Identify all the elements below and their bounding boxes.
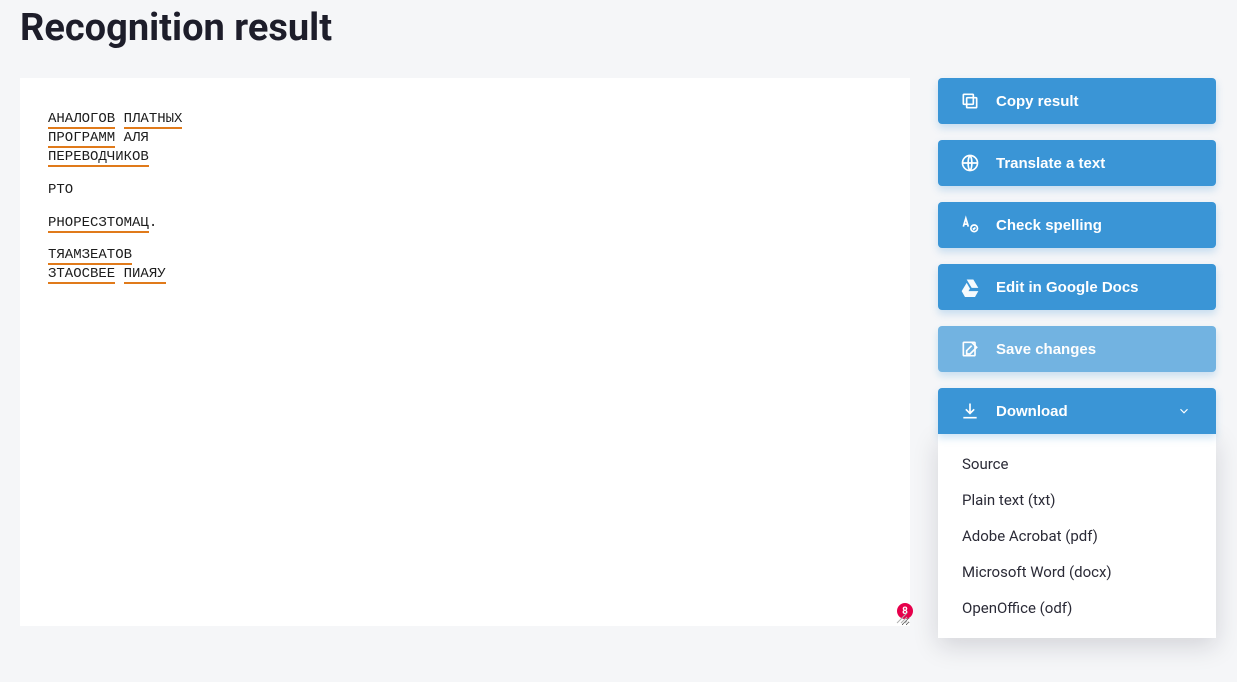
editor-line[interactable]: РТО [48, 181, 882, 200]
save-label: Save changes [996, 341, 1096, 358]
copy-icon [960, 91, 980, 111]
misspelled-word[interactable]: ПЛАТНЫХ [124, 111, 183, 129]
editor-line[interactable]: РНОРЕСЗТОМАЦ. [48, 214, 882, 233]
globe-icon [960, 153, 980, 173]
text-segment [115, 111, 123, 127]
chevron-down-icon [1174, 401, 1194, 421]
spellcheck-icon [960, 215, 980, 235]
download-label: Download [996, 403, 1068, 420]
page-title: Recognition result [20, 6, 1217, 50]
check-spelling-button[interactable]: Check spelling [938, 202, 1216, 248]
misspelled-word[interactable]: АНАЛОГОВ [48, 111, 115, 129]
download-block: Download SourcePlain text (txt)Adobe Acr… [938, 388, 1216, 638]
text-segment: . [149, 215, 157, 231]
result-editor[interactable]: АНАЛОГОВ ПЛАТНЫХПРОГРАММ АЛЯПЕРЕВОДЧИКОВ… [20, 78, 910, 626]
translate-label: Translate a text [996, 155, 1105, 172]
download-button[interactable]: Download [938, 388, 1216, 434]
download-option[interactable]: Microsoft Word (docx) [938, 554, 1216, 590]
text-segment [115, 266, 123, 282]
error-count-badge[interactable]: 8 [897, 603, 913, 619]
download-option[interactable]: OpenOffice (odf) [938, 590, 1216, 626]
gdocs-label: Edit in Google Docs [996, 279, 1139, 296]
copy-label: Copy result [996, 93, 1079, 110]
edit-icon [960, 339, 980, 359]
actions-sidebar: Copy result Translate a text Check spell… [938, 78, 1216, 638]
editor-line[interactable]: ЗТАОСВЕЕ ПИАЯУ [48, 265, 882, 284]
download-option[interactable]: Plain text (txt) [938, 482, 1216, 518]
spell-label: Check spelling [996, 217, 1102, 234]
download-option[interactable]: Adobe Acrobat (pdf) [938, 518, 1216, 554]
download-icon [960, 401, 980, 421]
google-drive-icon [960, 277, 980, 297]
editor-line[interactable]: ПЕРЕВОДЧИКОВ [48, 148, 882, 167]
misspelled-word[interactable]: ПИАЯУ [124, 266, 166, 284]
editor-line[interactable]: ПРОГРАММ АЛЯ [48, 129, 882, 148]
main-layout: АНАЛОГОВ ПЛАТНЫХПРОГРАММ АЛЯПЕРЕВОДЧИКОВ… [20, 78, 1217, 638]
copy-result-button[interactable]: Copy result [938, 78, 1216, 124]
editor-container: АНАЛОГОВ ПЛАТНЫХПРОГРАММ АЛЯПЕРЕВОДЧИКОВ… [20, 78, 910, 626]
translate-button[interactable]: Translate a text [938, 140, 1216, 186]
text-segment: РТО [48, 182, 73, 198]
misspelled-word[interactable]: ПЕРЕВОДЧИКОВ [48, 149, 149, 167]
edit-gdocs-button[interactable]: Edit in Google Docs [938, 264, 1216, 310]
misspelled-word[interactable]: ЗТАОСВЕЕ [48, 266, 115, 284]
misspelled-word[interactable]: ПРОГРАММ [48, 130, 115, 148]
misspelled-word[interactable]: РНОРЕСЗТОМАЦ [48, 215, 149, 233]
misspelled-word[interactable]: ТЯАМЗЕАТОВ [48, 247, 132, 265]
download-option[interactable]: Source [938, 446, 1216, 482]
editor-line[interactable]: АНАЛОГОВ ПЛАТНЫХ [48, 110, 882, 129]
text-segment: АЛЯ [115, 130, 149, 146]
download-menu: SourcePlain text (txt)Adobe Acrobat (pdf… [938, 434, 1216, 638]
editor-line[interactable]: ТЯАМЗЕАТОВ [48, 246, 882, 265]
save-changes-button: Save changes [938, 326, 1216, 372]
